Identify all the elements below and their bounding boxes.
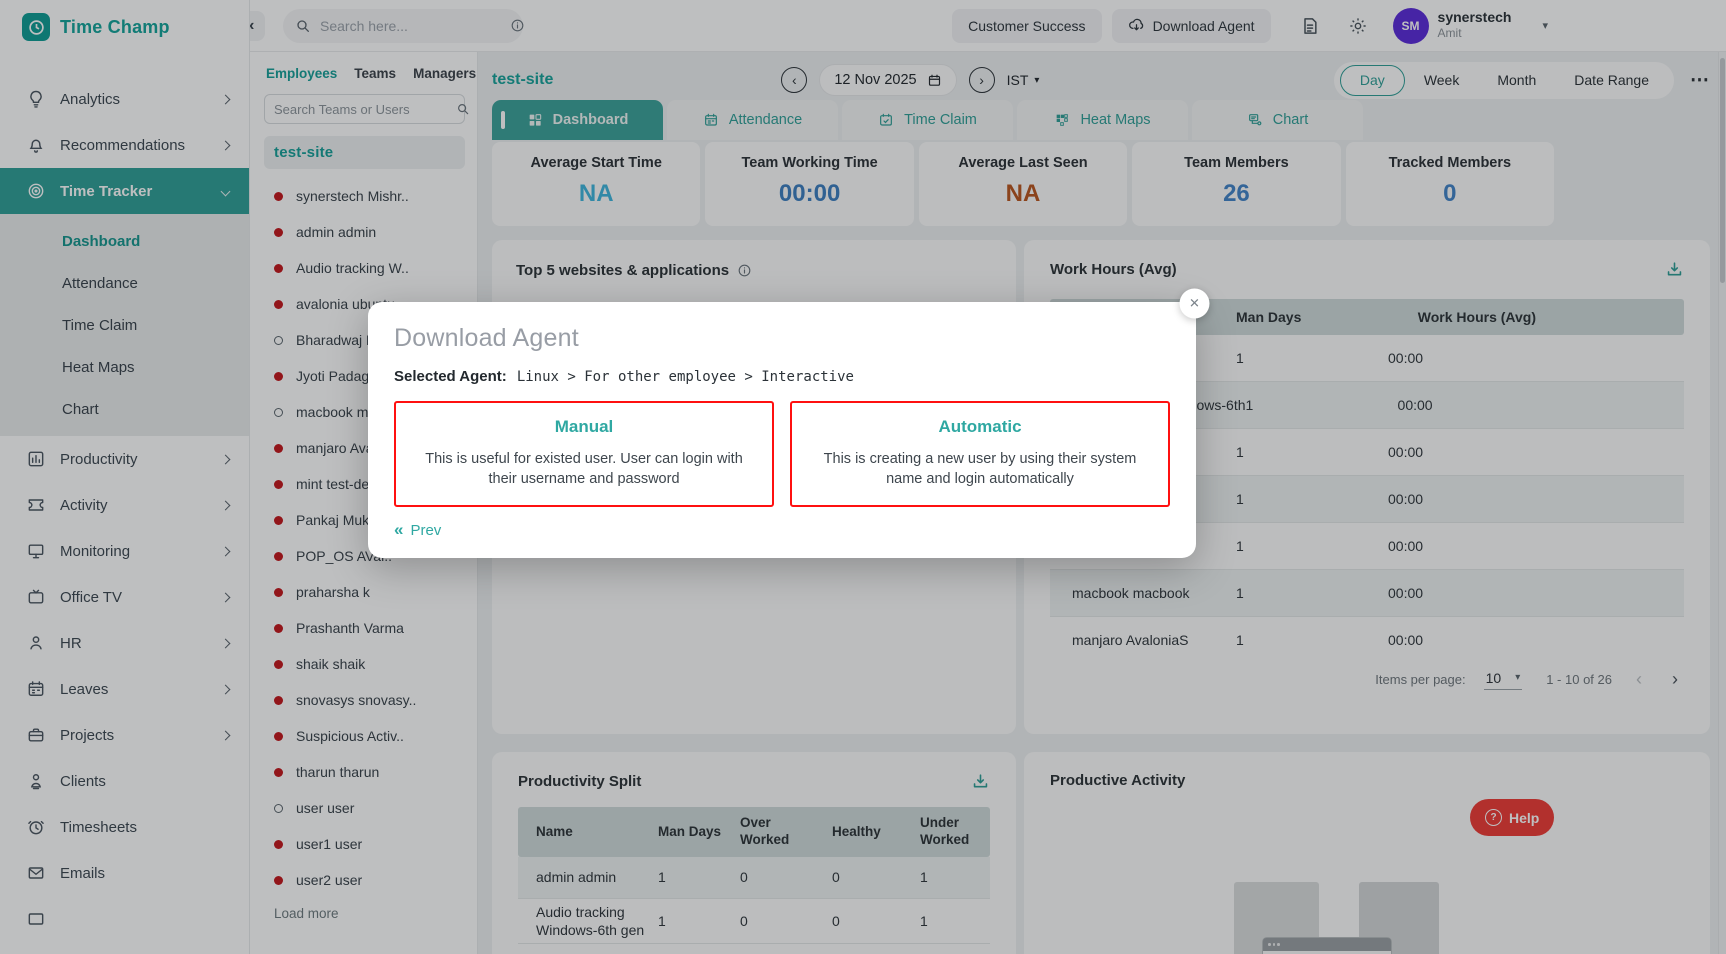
selected-agent-value: Linux > For other employee > Interactive [516,369,854,385]
modal-title: Download Agent [394,324,579,352]
app-window: Time Champ Analytics Recommendations Tim… [0,0,1726,954]
selected-agent-label: Selected Agent: [394,368,507,385]
prev-button[interactable]: « Prev [394,520,441,540]
close-icon[interactable]: ✕ [1179,288,1210,319]
chevrons-left-icon: « [394,520,404,539]
agent-options: Manual This is useful for existed user. … [394,401,1170,507]
option-description: This is creating a new user by using the… [823,451,1137,487]
option-title: Manual [554,417,614,436]
agent-option-card[interactable]: Automatic This is creating a new user by… [790,401,1170,507]
agent-option-card[interactable]: Manual This is useful for existed user. … [394,401,774,507]
prev-label: Prev [410,521,442,539]
option-description: This is useful for existed user. User ca… [425,451,743,487]
option-title: Automatic [938,417,1022,436]
selected-agent-row: Selected Agent: Linux > For other employ… [394,368,1170,385]
download-agent-modal: ✕ Download Agent Selected Agent: Linux >… [368,288,1210,558]
